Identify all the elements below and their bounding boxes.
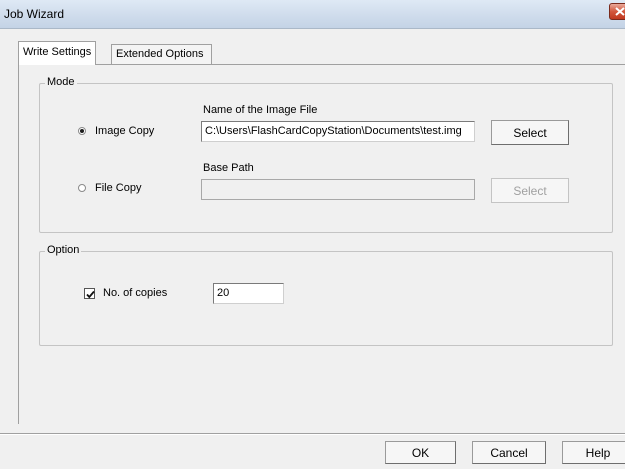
title-bar[interactable]: Job Wizard [0,0,625,29]
image-file-path-input[interactable]: C:\Users\FlashCardCopyStation\Documents\… [201,121,475,142]
tab-write-settings[interactable]: Write Settings [18,41,97,65]
image-copy-radio[interactable] [78,127,86,135]
image-copy-label[interactable]: Image Copy [95,125,154,137]
close-icon [615,7,625,16]
cancel-button[interactable]: Cancel [472,441,546,464]
mode-group-label: Mode [45,76,77,88]
footer-separator [0,433,625,435]
tab-extended-options[interactable]: Extended Options [111,44,212,64]
file-copy-radio[interactable] [78,184,86,192]
base-path-input[interactable] [201,179,475,200]
mode-group: Mode [39,76,613,233]
ok-button[interactable]: OK [385,441,456,464]
help-button[interactable]: Help [562,441,625,464]
image-file-select-button[interactable]: Select [491,120,569,145]
window-title: Job Wizard [4,7,65,21]
base-path-select-button[interactable]: Select [491,178,569,203]
tab-write-settings-label: Write Settings [23,46,92,58]
copies-checkbox[interactable] [84,288,95,299]
copies-input[interactable]: 20 [213,283,284,304]
file-copy-label[interactable]: File Copy [95,182,141,194]
base-path-label: Base Path [203,162,254,174]
checkmark-icon [86,290,95,299]
close-button[interactable] [609,3,625,20]
job-wizard-window: Job Wizard Write Settings Extended Optio… [0,0,625,469]
copies-label[interactable]: No. of copies [103,287,167,299]
image-file-name-label: Name of the Image File [203,104,318,116]
option-group-label: Option [45,244,82,256]
tab-extended-options-label: Extended Options [116,48,204,60]
